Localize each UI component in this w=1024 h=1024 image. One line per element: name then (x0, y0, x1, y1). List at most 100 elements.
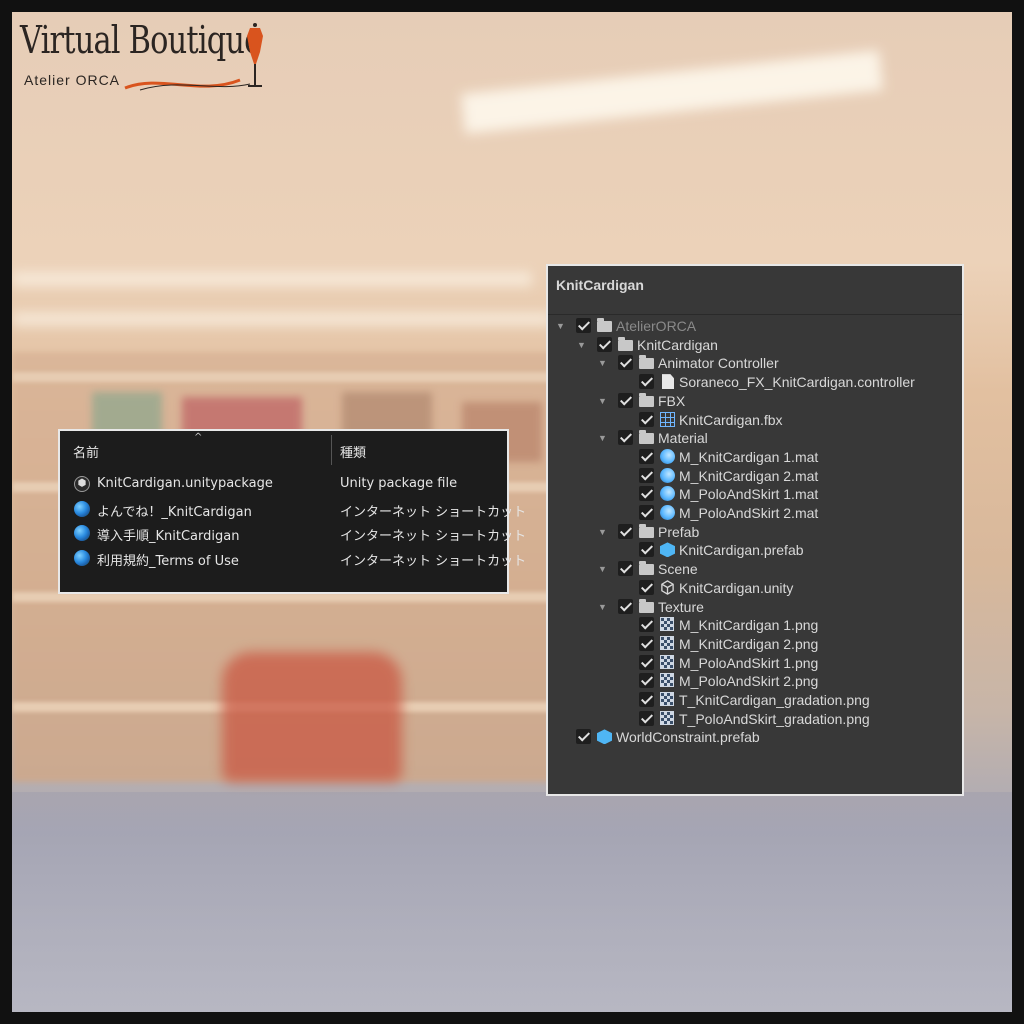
include-checkbox[interactable] (639, 579, 654, 595)
expand-arrow-icon[interactable]: ▼ (598, 392, 610, 410)
folder-icon (639, 430, 654, 445)
texture-icon (660, 635, 674, 650)
tree-item-label: AtelierORCA (616, 318, 697, 334)
file-row[interactable]: 利用規約_Terms of Use インターネット ショートカット (60, 547, 526, 571)
include-checkbox[interactable] (639, 411, 654, 427)
expand-arrow-icon[interactable]: ▼ (598, 429, 610, 447)
unity-scene-icon (660, 579, 675, 595)
material-icon (660, 467, 675, 483)
include-checkbox[interactable] (639, 448, 654, 464)
tree-item-label: KnitCardigan (637, 336, 718, 353)
texture-icon (660, 617, 674, 632)
tree-item-label: M_PoloAndSkirt 2.mat (679, 505, 819, 521)
texture-icon (660, 654, 674, 669)
tree-item-label: M_PoloAndSkirt 2.png (679, 673, 819, 690)
file-row[interactable]: よんでね！_KnitCardigan インターネット ショートカット (60, 498, 526, 522)
brand-logo: Virtual Boutique Atelier ORCA (20, 18, 270, 92)
file-type: インターネット ショートカット (340, 529, 527, 544)
panel-title: KnitCardigan (556, 277, 644, 293)
tree-item-label: M_KnitCardigan 1.mat (679, 448, 819, 465)
file-type: Unity package file (340, 476, 458, 491)
tree-item-label: T_KnitCardigan_gradation.png (679, 692, 870, 708)
expand-arrow-icon[interactable]: ▼ (598, 560, 610, 578)
tree-item-label: KnitCardigan.unity (679, 579, 794, 596)
tree-item-label: Animator Controller (658, 355, 779, 372)
prefab-cube-icon (660, 542, 675, 558)
include-checkbox[interactable] (618, 523, 633, 539)
material-icon (660, 505, 675, 520)
include-checkbox[interactable] (618, 355, 633, 371)
file-name: よんでね！_KnitCardigan (97, 505, 252, 520)
file-name: KnitCardigan.unitypackage (97, 476, 273, 491)
file-type: インターネット ショートカット (340, 505, 527, 520)
include-checkbox[interactable] (597, 336, 612, 352)
expand-arrow-icon[interactable]: ▼ (556, 317, 568, 335)
folder-icon (639, 561, 654, 576)
mesh-grid-icon (660, 411, 675, 427)
logo-title: Virtual Boutique (20, 18, 262, 62)
tree-item-label: Material (658, 430, 708, 447)
tree-item-label: KnitCardigan.fbx (679, 411, 783, 428)
include-checkbox[interactable] (639, 505, 654, 520)
tree-item-label: Scene (658, 561, 698, 578)
tree-item-label: M_PoloAndSkirt 1.mat (679, 486, 819, 503)
folder-icon (597, 318, 612, 332)
texture-icon (660, 710, 674, 725)
file-type: インターネット ショートカット (340, 554, 527, 569)
expand-arrow-icon[interactable]: ▼ (598, 354, 610, 372)
shelf-board (12, 372, 612, 382)
include-checkbox[interactable] (639, 486, 654, 502)
file-row[interactable]: 導入手順_KnitCardigan インターネット ショートカット (60, 522, 526, 546)
file-name: 導入手順_KnitCardigan (97, 529, 240, 544)
tree-item-label: KnitCardigan.prefab (679, 542, 804, 559)
column-divider[interactable] (331, 435, 332, 465)
folder-icon (639, 523, 654, 538)
sort-ascending-icon[interactable]: ^ (194, 432, 202, 443)
texture-icon (660, 692, 674, 706)
include-checkbox[interactable] (639, 617, 654, 633)
tree-item-label: Soraneco_FX_KnitCardigan.controller (679, 374, 915, 391)
tree-item-label: M_PoloAndSkirt 1.png (679, 654, 819, 671)
include-checkbox[interactable] (618, 598, 633, 614)
include-checkbox[interactable] (639, 467, 654, 483)
column-header-type[interactable]: 種類 (340, 442, 366, 461)
globe-icon (74, 501, 90, 517)
folder-icon (639, 392, 654, 407)
include-checkbox[interactable] (639, 654, 654, 670)
logo-subtitle: Atelier ORCA (24, 72, 121, 88)
include-checkbox[interactable] (639, 692, 654, 707)
column-header-name[interactable]: 名前 (73, 442, 99, 461)
unity-package-icon: ⬢ (74, 476, 90, 492)
tree-item-label: Prefab (658, 523, 700, 540)
include-checkbox[interactable] (639, 374, 654, 390)
tree-item-label: FBX (658, 392, 686, 409)
include-checkbox[interactable] (576, 729, 591, 745)
tree-item-label: T_PoloAndSkirt_gradation.png (679, 710, 870, 727)
include-checkbox[interactable] (639, 635, 654, 651)
folder-icon (618, 336, 633, 351)
include-checkbox[interactable] (639, 542, 654, 558)
include-checkbox[interactable] (618, 561, 633, 577)
expand-arrow-icon[interactable]: ▼ (577, 336, 589, 354)
texture-icon (660, 673, 674, 688)
tree-item-label: WorldConstraint.prefab (616, 729, 760, 746)
explorer-header: ^ 名前 種類 (60, 431, 507, 469)
include-checkbox[interactable] (639, 673, 654, 689)
include-checkbox[interactable] (639, 710, 654, 726)
expand-arrow-icon[interactable]: ▼ (598, 598, 610, 616)
file-row[interactable]: ⬢ KnitCardigan.unitypackage Unity packag… (60, 473, 507, 497)
title-divider (548, 314, 962, 315)
folder-icon (639, 598, 654, 613)
file-name: 利用規約_Terms of Use (97, 554, 239, 569)
unity-import-panel: KnitCardigan ▼ AtelierORCA ▼ KnitCardigan ▼ A… (546, 264, 964, 796)
material-icon (660, 448, 675, 464)
include-checkbox[interactable] (618, 392, 633, 408)
ceiling-light (12, 312, 552, 326)
include-checkbox[interactable] (618, 430, 633, 446)
expand-arrow-icon[interactable]: ▼ (598, 523, 610, 541)
mannequin-icon (247, 23, 263, 87)
include-checkbox[interactable] (576, 318, 591, 333)
tree-item-label: M_KnitCardigan 2.png (679, 635, 819, 652)
floor (12, 792, 1012, 1012)
material-icon (660, 486, 675, 502)
